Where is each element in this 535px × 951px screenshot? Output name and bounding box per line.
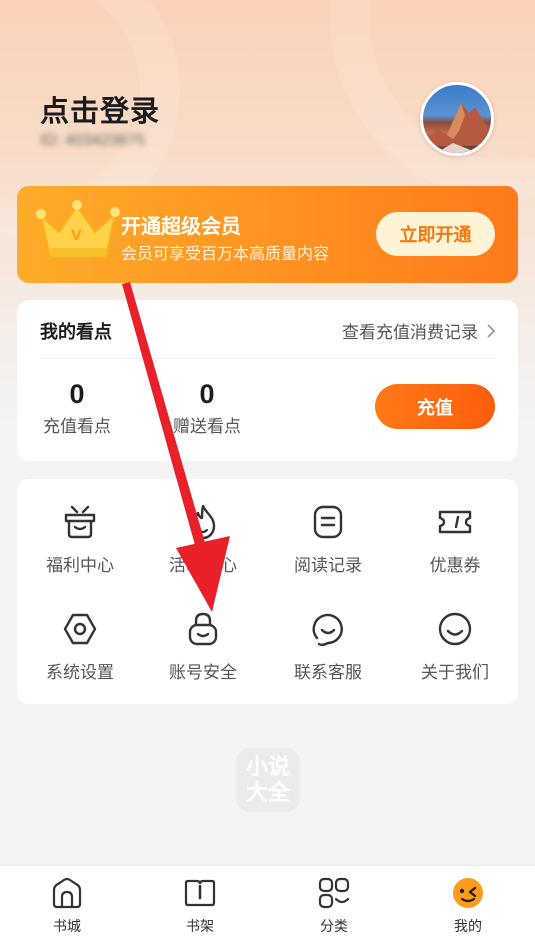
gift-points-value: 0 xyxy=(199,379,215,409)
settings-icon xyxy=(63,613,97,645)
open-vip-button[interactable]: 立即开通 xyxy=(376,212,495,256)
menu-label: 关于我们 xyxy=(421,663,489,682)
menu-label: 福利中心 xyxy=(46,556,114,575)
smile-icon xyxy=(438,612,472,646)
category-icon xyxy=(318,877,350,909)
lock-icon xyxy=(188,612,218,646)
recharge-button[interactable]: 充值 xyxy=(375,384,495,429)
menu-item-account-security[interactable]: 账号安全 xyxy=(148,610,258,683)
tab-label: 书架 xyxy=(186,918,214,934)
chevron-right-icon xyxy=(487,323,496,338)
tab-label: 我的 xyxy=(454,918,482,934)
menu-label: 账号安全 xyxy=(169,663,237,682)
customer-service-icon xyxy=(312,613,343,646)
login-prompt[interactable]: 点击登录 xyxy=(40,88,160,130)
gift-points-label: 赠送看点 xyxy=(173,417,241,436)
recharge-records-link[interactable]: 查看充值消费记录 xyxy=(342,318,496,343)
watermark-line2: 大全 xyxy=(245,780,290,805)
bookshelf-icon xyxy=(184,879,216,907)
menu-item-welfare[interactable]: 福利中心 xyxy=(25,503,135,576)
recharge-points-label: 充值看点 xyxy=(43,417,111,436)
tab-bookshelf[interactable]: 书架 xyxy=(160,876,240,936)
menu-item-coupon[interactable]: 优惠券 xyxy=(400,503,510,576)
menu-item-activity[interactable]: 活动中心 xyxy=(148,503,258,576)
svg-text:V: V xyxy=(71,228,82,244)
profile-icon xyxy=(453,878,483,908)
bottom-tabbar: 书城 书架 分类 我的 xyxy=(0,865,535,951)
recharge-points[interactable]: 0 充值看点 xyxy=(37,378,117,437)
gift-box-icon xyxy=(64,505,96,539)
vip-banner[interactable]: V 开通超级会员 会员可享受百万本高质量内容 立即开通 xyxy=(17,186,518,283)
tab-label: 分类 xyxy=(320,918,348,934)
divider xyxy=(40,358,495,359)
coupon-icon xyxy=(438,510,472,534)
points-title: 我的看点 xyxy=(40,322,112,342)
menu-label: 活动中心 xyxy=(169,556,237,575)
recharge-records-label: 查看充值消费记录 xyxy=(342,323,478,342)
user-id-blurred: ID: 403423675 xyxy=(40,132,145,149)
tab-profile[interactable]: 我的 xyxy=(428,876,508,936)
flame-icon xyxy=(190,504,216,540)
tab-bookstore[interactable]: 书城 xyxy=(27,876,107,936)
home-icon xyxy=(52,877,82,909)
menu-item-reading-record[interactable]: 阅读记录 xyxy=(273,503,383,576)
menu-label: 阅读记录 xyxy=(294,556,362,575)
tab-label: 书城 xyxy=(53,918,81,934)
crown-icon: V xyxy=(36,200,120,257)
app-watermark-logo: 小说 大全 xyxy=(236,748,300,812)
service-menu: 福利中心 活动中心 阅读记录 优惠券 系统设置 账号安全 联系客服 关于我们 xyxy=(17,479,518,704)
watermark-line1: 小说 xyxy=(245,754,290,779)
menu-item-settings[interactable]: 系统设置 xyxy=(25,610,135,683)
points-card: 我的看点 查看充值消费记录 0 充值看点 0 赠送看点 充值 xyxy=(17,300,518,461)
menu-label: 优惠券 xyxy=(429,556,481,575)
reading-record-icon xyxy=(313,505,343,539)
tab-category[interactable]: 分类 xyxy=(294,876,374,936)
gift-points[interactable]: 0 赠送看点 xyxy=(167,378,247,437)
vip-subtitle: 会员可享受百万本高质量内容 xyxy=(121,246,330,263)
menu-item-about-us[interactable]: 关于我们 xyxy=(400,610,510,683)
recharge-points-value: 0 xyxy=(69,379,85,409)
menu-item-customer-service[interactable]: 联系客服 xyxy=(273,610,383,683)
avatar[interactable] xyxy=(420,82,494,156)
menu-label: 系统设置 xyxy=(46,663,114,682)
menu-label: 联系客服 xyxy=(294,663,362,682)
vip-title: 开通超级会员 xyxy=(121,216,241,238)
